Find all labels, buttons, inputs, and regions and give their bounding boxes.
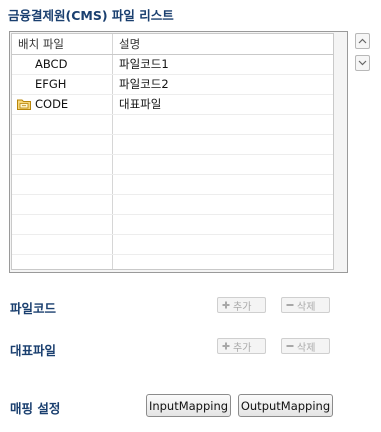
file-code-add-button[interactable]: 추가 [217, 297, 266, 313]
table-header: 배치 파일 설명 [12, 34, 333, 55]
row-desc-cell: 대표파일 [119, 97, 162, 111]
rep-file-label: 대표파일 [10, 343, 57, 358]
empty-row [12, 175, 333, 195]
empty-row [12, 235, 333, 255]
remove-label: 삭제 [297, 342, 316, 354]
page-title: 금융결제원(CMS) 파일 리스트 [8, 8, 174, 23]
empty-row [12, 115, 333, 135]
empty-row [12, 215, 333, 235]
move-up-button[interactable] [355, 33, 370, 49]
file-code-label: 파일코드 [10, 301, 57, 316]
empty-row [12, 195, 333, 215]
row-name-container: CODE [12, 95, 113, 114]
empty-row [12, 155, 333, 175]
add-label: 추가 [233, 301, 252, 313]
file-list-panel: 배치 파일 설명 ABCD 파일코드1 EFGH 파일코드2 CODE 대표파일 [9, 31, 348, 273]
reorder-buttons [355, 33, 370, 77]
row-desc-cell: 파일코드1 [119, 57, 169, 71]
column-header-batch-file[interactable]: 배치 파일 [12, 34, 113, 54]
rep-file-add-button[interactable]: 추가 [217, 338, 266, 354]
add-label: 추가 [233, 342, 252, 354]
table-row[interactable]: ABCD 파일코드1 [12, 55, 333, 75]
row-name-cell: ABCD [12, 55, 113, 74]
table-row[interactable]: EFGH 파일코드2 [12, 75, 333, 95]
input-mapping-button[interactable]: InputMapping [146, 394, 231, 417]
chevron-down-icon [358, 60, 367, 66]
mapping-label: 매핑 설정 [10, 401, 61, 416]
plus-icon [222, 301, 230, 309]
move-down-button[interactable] [355, 55, 370, 71]
row-desc-cell: 파일코드2 [119, 77, 169, 91]
folder-icon [17, 99, 31, 110]
remove-label: 삭제 [297, 301, 316, 313]
minus-icon [286, 304, 294, 306]
rep-file-remove-button[interactable]: 삭제 [281, 338, 330, 354]
file-code-remove-button[interactable]: 삭제 [281, 297, 330, 313]
row-name-cell: CODE [35, 97, 69, 111]
file-list-table: 배치 파일 설명 ABCD 파일코드1 EFGH 파일코드2 CODE 대표파일 [11, 33, 334, 270]
chevron-up-icon [358, 38, 367, 44]
empty-row [12, 255, 333, 269]
column-header-description[interactable]: 설명 [113, 34, 333, 54]
empty-row [12, 135, 333, 155]
output-mapping-button[interactable]: OutputMapping [238, 394, 333, 417]
table-row[interactable]: CODE 대표파일 [12, 95, 333, 115]
plus-icon [222, 342, 230, 350]
row-name-cell: EFGH [12, 75, 113, 94]
minus-icon [286, 345, 294, 347]
